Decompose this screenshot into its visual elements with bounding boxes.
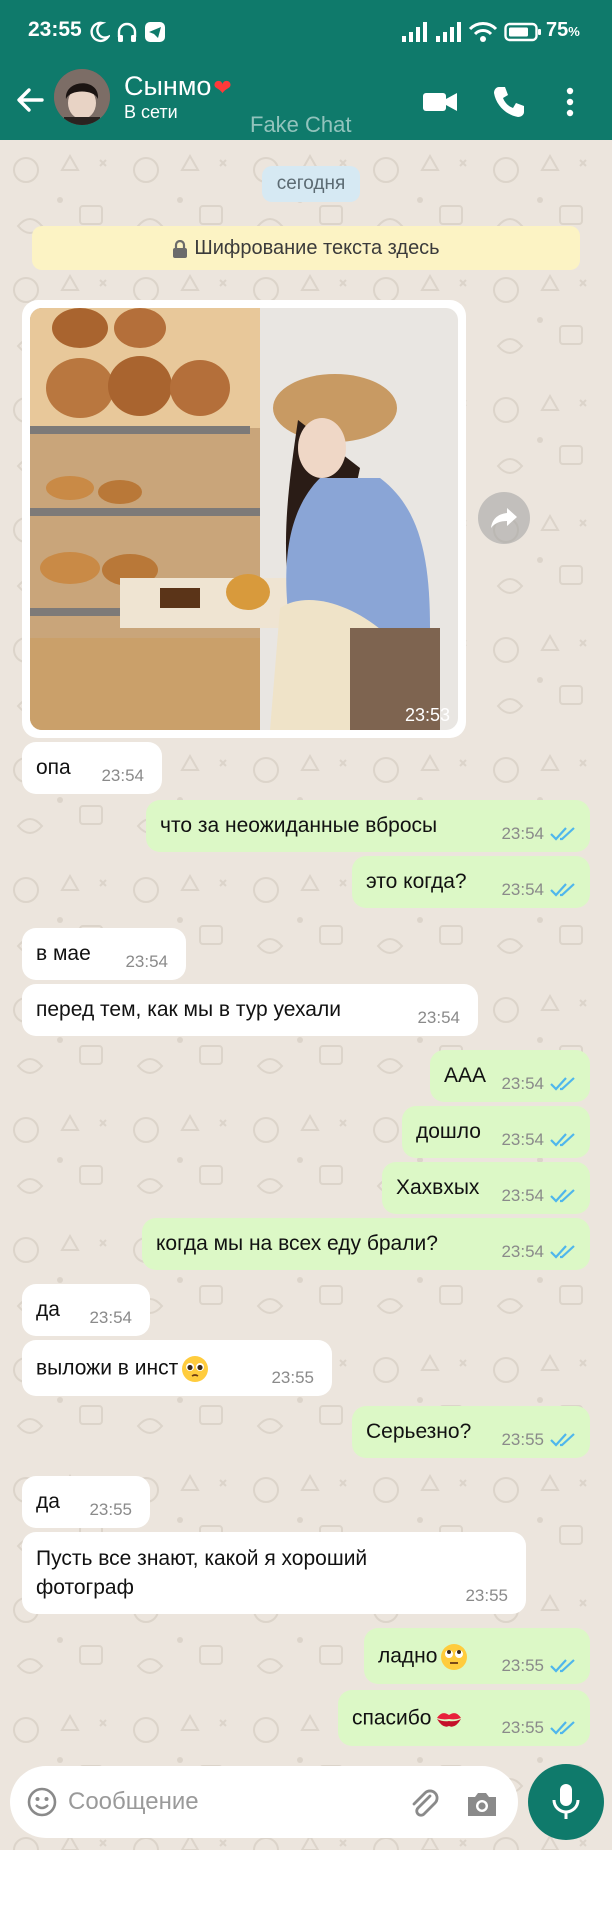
message-time: 23:55	[501, 1718, 544, 1737]
avatar[interactable]	[54, 69, 110, 125]
contact-name[interactable]: Сынмо❤	[124, 71, 232, 102]
message-input[interactable]: Сообщение	[68, 1788, 199, 1816]
message-text: когда мы на всех еду брали?	[156, 1232, 438, 1255]
read-ticks-icon	[550, 1721, 575, 1735]
message-bubble[interactable]: спасибо 23:55	[338, 1690, 590, 1746]
message-bubble[interactable]: да 23:54	[22, 1284, 150, 1336]
message-text: да	[36, 1298, 60, 1321]
message-bubble[interactable]: ладно 23:55	[364, 1628, 590, 1684]
forward-button[interactable]	[478, 492, 530, 544]
heart-on-fire-icon: ❤	[213, 75, 232, 100]
telegram-icon	[145, 22, 165, 42]
photo-timestamp: 23:53	[404, 705, 450, 725]
phone-call-icon[interactable]	[489, 82, 529, 122]
message-time: 23:55	[465, 1586, 508, 1605]
photo-image[interactable]	[30, 308, 458, 730]
message-time: 23:54	[501, 880, 544, 899]
message-time: 23:55	[501, 1656, 544, 1675]
message-time: 23:55	[271, 1368, 314, 1387]
moon-icon	[90, 21, 110, 43]
message-bubble[interactable]: это когда? 23:54	[352, 856, 590, 908]
microphone-icon	[552, 1784, 580, 1819]
message-text: перед тем, как мы в тур уехали	[36, 998, 341, 1021]
message-time: 23:54	[501, 1242, 544, 1261]
more-options-icon[interactable]	[558, 82, 582, 122]
paperclip-icon[interactable]	[406, 1786, 442, 1822]
read-ticks-icon	[550, 827, 575, 841]
message-time: 23:54	[501, 1130, 544, 1149]
status-bar: 23:55 75%	[0, 0, 612, 64]
forward-icon	[491, 508, 517, 528]
emoji-icon[interactable]	[26, 1786, 58, 1818]
message-text: ААА	[444, 1064, 487, 1087]
message-time: 23:54	[501, 1074, 544, 1093]
message-bubble[interactable]: выложи в инст 23:55	[22, 1340, 332, 1396]
read-ticks-icon	[550, 1245, 575, 1259]
kiss-mark-icon	[436, 1713, 461, 1727]
avatar-photo	[54, 69, 110, 125]
message-text: это когда?	[366, 870, 467, 893]
message-bubble[interactable]: перед тем, как мы в тур уехали 23:54	[22, 984, 478, 1036]
battery-percent: 75%	[546, 19, 580, 41]
message-bubble[interactable]: в мае 23:54	[22, 928, 186, 980]
message-bubble[interactable]: что за неожиданные вбросы 23:54	[146, 800, 590, 852]
message-bubble[interactable]: когда мы на всех еду брали? 23:54	[142, 1218, 590, 1270]
message-text: Серьезно?	[366, 1420, 472, 1443]
message-time: 23:54	[101, 766, 144, 785]
message-time: 23:54	[417, 1008, 460, 1027]
read-ticks-icon	[550, 1659, 575, 1673]
chat-area[interactable]: сегодня Шифрование текста здесь 23:53 оп…	[0, 140, 612, 1850]
bakery-photo	[30, 308, 458, 730]
message-text: дошло	[416, 1120, 481, 1143]
message-time: 23:55	[501, 1430, 544, 1449]
back-arrow-icon[interactable]	[12, 82, 48, 118]
message-bubble[interactable]: опа 23:54	[22, 742, 162, 794]
message-text: ладно	[378, 1642, 469, 1672]
message-text: выложи в инст	[36, 1354, 210, 1384]
message-text: да	[36, 1490, 60, 1513]
camera-icon[interactable]	[464, 1786, 500, 1822]
signal-icon	[402, 22, 427, 42]
lock-icon	[173, 239, 188, 258]
battery-icon	[504, 22, 541, 42]
status-time: 23:55	[28, 18, 82, 41]
message-time: 23:55	[89, 1500, 132, 1519]
signal-icon-2	[436, 22, 461, 42]
read-ticks-icon	[550, 883, 575, 897]
message-text: опа	[36, 756, 71, 779]
watermark: Fake Chat	[250, 112, 352, 137]
message-time: 23:54	[125, 952, 168, 971]
read-ticks-icon	[550, 1133, 575, 1147]
date-chip: сегодня	[262, 166, 360, 202]
contact-status: В сети	[124, 102, 178, 122]
message-text: Пусть все знают, какой я хороший фотограф	[36, 1547, 368, 1599]
message-bubble[interactable]: да 23:55	[22, 1476, 150, 1528]
message-bubble[interactable]: дошло 23:54	[402, 1106, 590, 1158]
read-ticks-icon	[550, 1077, 575, 1091]
message-time: 23:54	[501, 1186, 544, 1205]
message-time: 23:54	[89, 1308, 132, 1327]
message-text: спасибо	[352, 1704, 464, 1734]
video-call-icon[interactable]	[420, 82, 460, 122]
message-bubble[interactable]: Пусть все знают, какой я хороший фотограф…	[22, 1532, 526, 1614]
message-bubble[interactable]: Серьезно? 23:55	[352, 1406, 590, 1458]
photo-message[interactable]: 23:53	[22, 300, 466, 738]
wifi-icon	[468, 22, 498, 42]
message-time: 23:54	[501, 824, 544, 843]
message-bubble[interactable]: ААА 23:54	[430, 1050, 590, 1102]
message-text: Хахвхых	[396, 1176, 480, 1199]
headphones-icon	[117, 22, 137, 42]
message-composer: Сообщение	[10, 1766, 518, 1838]
read-ticks-icon	[550, 1189, 575, 1203]
rolling-eyes-face-icon	[441, 1644, 468, 1670]
mic-button[interactable]	[528, 1764, 604, 1840]
message-bubble[interactable]: Хахвхых 23:54	[382, 1162, 590, 1214]
message-text: что за неожиданные вбросы	[160, 814, 438, 837]
encryption-notice[interactable]: Шифрование текста здесь	[32, 226, 580, 270]
pleading-face-icon	[182, 1356, 209, 1382]
message-text: в мае	[36, 942, 91, 965]
read-ticks-icon	[550, 1433, 575, 1447]
